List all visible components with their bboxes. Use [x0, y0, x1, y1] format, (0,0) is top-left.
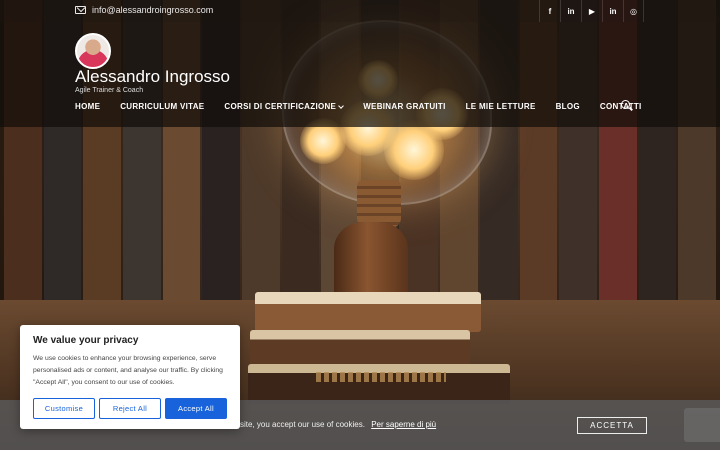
- site-tagline: Agile Trainer & Coach: [75, 87, 144, 94]
- cookie-consent-dialog: We value your privacy We use cookies to …: [20, 325, 240, 429]
- mail-icon: [75, 6, 86, 14]
- nav-label: CORSI DI CERTIFICAZIONE: [224, 102, 337, 111]
- social-links: f in ▶ in ◎: [539, 0, 644, 22]
- nav-corsi-di-certificazione[interactable]: CORSI DI CERTIFICAZIONE: [224, 102, 345, 111]
- main-nav: HOME CURRICULUM VITAE CORSI DI CERTIFICA…: [75, 102, 662, 111]
- reject-all-button[interactable]: Reject All: [99, 398, 161, 419]
- consent-buttons: Customise Reject All Accept All: [33, 398, 227, 419]
- customise-button[interactable]: Customise: [33, 398, 95, 419]
- nav-webinar-gratuiti[interactable]: WEBINAR GRATUITI: [363, 102, 445, 111]
- avatar[interactable]: [75, 33, 111, 69]
- cookie-notice-text: site, you accept our use of cookies. Per…: [240, 420, 436, 429]
- nav-home[interactable]: HOME: [75, 102, 100, 111]
- book: [250, 330, 470, 368]
- nav-label: CURRICULUM VITAE: [120, 102, 205, 111]
- bulb-base: [357, 180, 401, 228]
- book: [255, 292, 481, 332]
- cookie-notice-message: site, you accept our use of cookies.: [240, 420, 365, 429]
- facebook-icon[interactable]: f: [539, 0, 560, 22]
- instagram-icon[interactable]: ◎: [623, 0, 644, 22]
- chevron-down-icon: [338, 102, 345, 109]
- nav-label: HOME: [75, 102, 101, 111]
- book-spine-lettering: [316, 372, 446, 382]
- nav-le-mie-letture[interactable]: LE MIE LETTURE: [466, 102, 536, 111]
- linkedin-icon[interactable]: in: [560, 0, 581, 22]
- nav-blog[interactable]: BLOG: [556, 102, 580, 111]
- linkedin-icon[interactable]: in: [602, 0, 623, 22]
- youtube-icon[interactable]: ▶: [581, 0, 602, 22]
- nav-label: LE MIE LETTURE: [465, 102, 536, 111]
- nav-curriculum-vitae[interactable]: CURRICULUM VITAE: [120, 102, 204, 111]
- consent-title: We value your privacy: [33, 335, 139, 346]
- accept-all-button[interactable]: Accept All: [165, 398, 227, 419]
- consent-body: We use cookies to enhance your browsing …: [33, 355, 223, 386]
- top-bar: info@alessandroingrosso.com f in ▶ in ◎: [0, 0, 720, 22]
- cookie-info-link[interactable]: Per saperne di più: [371, 420, 436, 429]
- accetta-button[interactable]: ACCETTA: [577, 417, 647, 434]
- search-icon[interactable]: [621, 100, 630, 109]
- recaptcha-badge[interactable]: [684, 408, 720, 442]
- nav-label: WEBINAR GRATUITI: [363, 102, 446, 111]
- nav-label: BLOG: [555, 102, 580, 111]
- site-header: Alessandro Ingrosso Agile Trainer & Coac…: [0, 22, 720, 127]
- book: [248, 364, 510, 404]
- email-text: info@alessandroingrosso.com: [92, 5, 214, 15]
- email-link[interactable]: info@alessandroingrosso.com: [75, 5, 213, 15]
- site-title[interactable]: Alessandro Ingrosso: [75, 67, 230, 87]
